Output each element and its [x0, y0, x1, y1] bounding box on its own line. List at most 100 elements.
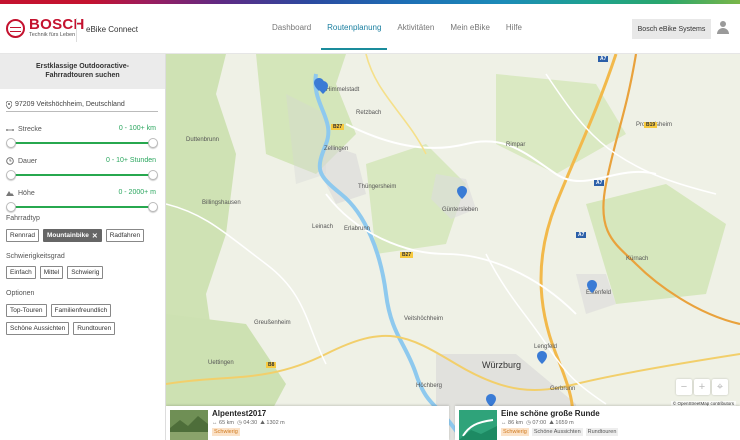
- locate-icon[interactable]: ⌖: [712, 379, 728, 395]
- location-pin-icon: [6, 100, 12, 109]
- route-marker[interactable]: [457, 186, 467, 199]
- slider-max-handle[interactable]: [148, 202, 158, 212]
- chip-label: Top-Touren: [10, 307, 43, 314]
- road-shield: B8: [266, 362, 277, 368]
- slider-min-handle[interactable]: [6, 138, 16, 148]
- slider-max-handle[interactable]: [148, 170, 158, 180]
- zoom-in-button[interactable]: +: [694, 379, 710, 395]
- town-label: Billingshausen: [202, 200, 241, 206]
- difficulty-title: Schwierigkeitsgrad: [6, 253, 65, 260]
- sidebar-heading-line1: Erstklassige Outdooractive-: [36, 63, 129, 70]
- route-thumbnail: [459, 410, 497, 440]
- road-shield: B27: [331, 124, 345, 130]
- chip-label: Rennrad: [10, 232, 35, 239]
- ruler-icon: [6, 129, 14, 131]
- chip-mittel[interactable]: Mittel: [39, 266, 64, 279]
- strecke-slider[interactable]: [6, 138, 158, 148]
- chip-top-touren[interactable]: Top-Touren: [6, 304, 47, 317]
- town-label: Veitshöchheim: [404, 316, 444, 322]
- options-chips-row2: Schöne Aussichten Rundtouren: [6, 322, 116, 335]
- filter-strecke-label: Strecke: [18, 125, 42, 133]
- route-map[interactable]: Himmelstadt Zellingen Thüngersheim Günte…: [166, 54, 740, 440]
- nav-mein-ebike[interactable]: Mein eBike: [442, 4, 498, 50]
- chip-schoene-aussichten[interactable]: Schöne Aussichten: [6, 322, 70, 335]
- nav-routenplanung[interactable]: Routenplanung: [319, 4, 389, 50]
- route-marker[interactable]: [318, 81, 328, 94]
- search-sidebar: Erstklassige Outdooractive- Fahrradtoure…: [0, 54, 166, 440]
- filter-strecke-value: 0 - 100+ km: [118, 125, 156, 132]
- location-value: 97209 Veitshöchheim, Deutschland: [15, 101, 125, 108]
- difficulty-chips: Einfach Mittel Schwierig: [6, 266, 104, 279]
- slider-min-handle[interactable]: [6, 170, 16, 180]
- route-card[interactable]: Alpentest2017 ↔ 65 km ◷ 04:30 ⛰ 1302 m S…: [166, 406, 449, 440]
- chip-label: Einfach: [10, 269, 32, 276]
- nav-dashboard[interactable]: Dashboard: [264, 4, 319, 50]
- chip-radfahren[interactable]: Radfahren: [105, 229, 145, 242]
- road-shield: A7: [598, 56, 609, 62]
- zoom-out-button[interactable]: −: [676, 379, 692, 395]
- filter-dauer: Dauer 0 - 10+ Stunden: [6, 157, 158, 180]
- chip-schwierig[interactable]: Schwierig: [67, 266, 104, 279]
- options-chips-row1: Top-Touren Familienfreundlich: [6, 304, 112, 317]
- chip-label: Rundtouren: [77, 325, 112, 332]
- road-shield: B27: [400, 252, 414, 258]
- tag-schwierig: Schwierig: [501, 428, 529, 436]
- chip-rennrad[interactable]: Rennrad: [6, 229, 39, 242]
- town-label: Rimpar: [506, 142, 526, 148]
- town-label: Lengfeld: [534, 344, 558, 350]
- route-card-meta: ↔ 65 km ◷ 04:30 ⛰ 1302 m: [212, 420, 285, 426]
- chip-rundtouren[interactable]: Rundtouren: [73, 322, 116, 335]
- filter-hoehe: Höhe 0 - 2000+ m: [6, 189, 158, 212]
- chip-label: Schwierig: [71, 269, 100, 276]
- route-marker[interactable]: [537, 351, 547, 364]
- chip-label: Mountainbike: [46, 232, 89, 239]
- hoehe-slider[interactable]: [6, 202, 158, 212]
- sidebar-heading-line2: Fahrradtouren suchen: [45, 72, 120, 79]
- sidebar-heading: Erstklassige Outdooractive- Fahrradtoure…: [0, 54, 165, 89]
- route-thumbnail: [170, 410, 208, 440]
- road-shield: A7: [594, 180, 605, 186]
- clock-icon: [6, 157, 14, 165]
- chip-label: Mittel: [43, 269, 60, 276]
- slider-min-handle[interactable]: [6, 202, 16, 212]
- town-label: Uettingen: [208, 360, 234, 366]
- location-input[interactable]: 97209 Veitshöchheim, Deutschland: [6, 98, 158, 112]
- filter-dauer-label: Dauer: [18, 157, 38, 165]
- town-label: Duttenbrunn: [186, 137, 220, 143]
- route-elevation: 1302 m: [266, 420, 285, 426]
- route-distance: 86 km: [508, 420, 524, 426]
- route-card-tags: Schwierig: [212, 428, 240, 436]
- user-icon[interactable]: [717, 21, 729, 35]
- filter-dauer-value: 0 - 10+ Stunden: [105, 157, 156, 164]
- slider-max-handle[interactable]: [148, 138, 158, 148]
- town-label: Greußenheim: [254, 320, 291, 326]
- nav-hilfe[interactable]: Hilfe: [498, 4, 530, 50]
- route-marker[interactable]: [587, 280, 597, 293]
- nav-aktivitaeten[interactable]: Aktivitäten: [389, 4, 442, 50]
- town-label: Retzbach: [356, 110, 382, 116]
- chip-label: Schöne Aussichten: [10, 325, 66, 332]
- chip-familienfreundlich[interactable]: Familienfreundlich: [50, 304, 112, 317]
- town-label: Würzburg: [482, 360, 522, 370]
- chip-mountainbike[interactable]: Mountainbike ✕: [42, 229, 102, 242]
- bike-type-chips: Rennrad Mountainbike ✕ Radfahren: [6, 229, 145, 242]
- dauer-slider[interactable]: [6, 170, 158, 180]
- route-card-title: Alpentest2017: [212, 409, 267, 418]
- town-label: Güntersleben: [442, 207, 479, 213]
- bosch-ebike-systems-button[interactable]: Bosch eBike Systems: [632, 19, 711, 39]
- route-distance: 65 km: [219, 420, 235, 426]
- filter-hoehe-label: Höhe: [18, 189, 35, 197]
- tag-schoene-aussichten: Schöne Aussichten: [531, 428, 583, 436]
- chip-einfach[interactable]: Einfach: [6, 266, 36, 279]
- options-title: Optionen: [6, 290, 35, 297]
- town-label: Zellingen: [324, 146, 349, 152]
- bosch-logo[interactable]: BOSCH Technik fürs Leben: [6, 17, 85, 39]
- filter-hoehe-value: 0 - 2000+ m: [118, 189, 156, 196]
- route-card-title: Eine schöne große Runde: [501, 409, 600, 418]
- chip-label: Radfahren: [109, 232, 141, 239]
- town-label: Höchberg: [416, 383, 443, 389]
- town-label: Leinach: [312, 224, 334, 230]
- route-card[interactable]: Eine schöne große Runde ↔ 86 km ◷ 07:00 …: [455, 406, 740, 440]
- tag-rundtouren: Rundtouren: [585, 428, 619, 436]
- remove-icon[interactable]: ✕: [92, 232, 98, 240]
